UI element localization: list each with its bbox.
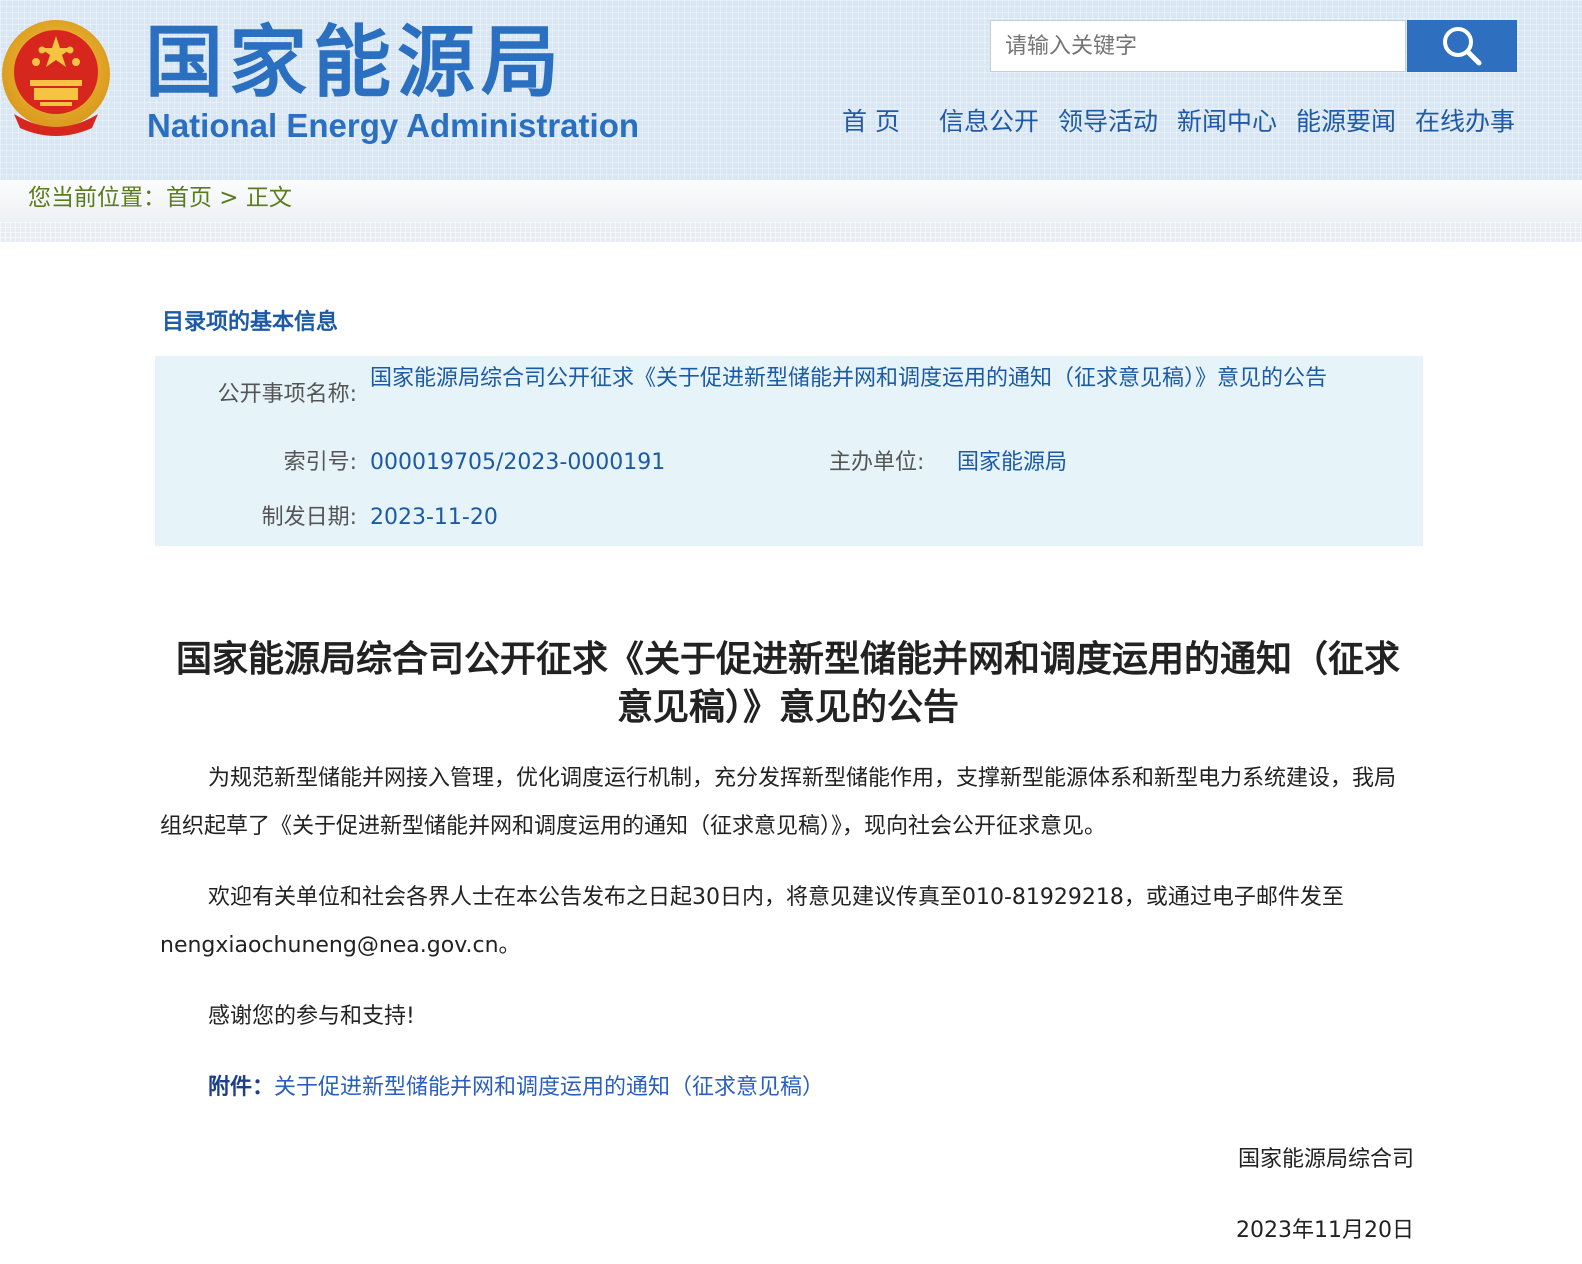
article-paragraph-3: 感谢您的参与和支持! (208, 1004, 415, 1029)
breadcrumb: 您当前位置：首页 > 正文 (28, 183, 292, 213)
search-icon (1443, 27, 1482, 66)
nav-item-home[interactable]: 首 页 (842, 104, 900, 140)
breadcrumb-divider (0, 222, 1582, 242)
attachment-link[interactable]: 关于促进新型储能并网和调度运用的通知（征求意见稿） (274, 1075, 824, 1100)
search-input[interactable] (990, 20, 1406, 72)
info-org-value: 国家能源局 (957, 450, 1068, 475)
nav-item-news-center[interactable]: 新闻中心 (1177, 104, 1277, 140)
breadcrumb-separator: > (212, 185, 246, 211)
article-paragraph-2: 欢迎有关单位和社会各界人士在本公告发布之日起30日内，将意见建议传真至010-8… (160, 885, 1344, 958)
nav-item-energy-news[interactable]: 能源要闻 (1296, 104, 1396, 140)
site-logo-title[interactable]: 国家能源局 (145, 18, 565, 108)
info-index-value: 000019705/2023-0000191 (370, 450, 666, 475)
section-title: 目录项的基本信息 (162, 310, 339, 335)
article-title: 国家能源局综合司公开征求《关于促进新型储能并网和调度运用的通知（征求意见稿）》意… (175, 639, 1400, 728)
info-date-value: 2023-11-20 (370, 505, 498, 530)
info-name-value: 国家能源局综合司公开征求《关于促进新型储能并网和调度运用的通知（征求意见稿）》意… (370, 366, 1328, 391)
info-index-label: 索引号: (283, 450, 357, 475)
info-name-label: 公开事项名称: (217, 382, 357, 407)
main-nav: 首 页 信息公开 领导活动 新闻中心 能源要闻 在线办事 (0, 104, 1582, 144)
info-date-label: 制发日期: (261, 505, 357, 530)
attachment-label: 附件： (208, 1075, 275, 1100)
breadcrumb-current: 正文 (245, 185, 292, 211)
nav-item-leadership[interactable]: 领导活动 (1058, 104, 1158, 140)
info-org-label: 主办单位: (829, 450, 925, 475)
breadcrumb-home-link[interactable]: 首页 (166, 185, 212, 211)
info-table: 公开事项名称: 国家能源局综合司公开征求《关于促进新型储能并网和调度运用的通知（… (155, 356, 1423, 546)
attachment: 附件：关于促进新型储能并网和调度运用的通知（征求意见稿） (208, 1070, 824, 1106)
signature-org: 国家能源局综合司 (1237, 1147, 1414, 1172)
site-header: 国家能源局 National Energy Administration 首 页… (0, 0, 1582, 180)
search-button[interactable] (1407, 20, 1517, 72)
breadcrumb-prefix: 您当前位置： (28, 185, 166, 211)
nav-item-online-services[interactable]: 在线办事 (1415, 104, 1515, 140)
signature-date: 2023年11月20日 (1236, 1218, 1414, 1243)
nav-item-info-disclosure[interactable]: 信息公开 (939, 104, 1039, 140)
article-paragraph-1: 为规范新型储能并网接入管理，优化调度运行机制，充分发挥新型储能作用，支撑新型能源… (160, 766, 1397, 839)
